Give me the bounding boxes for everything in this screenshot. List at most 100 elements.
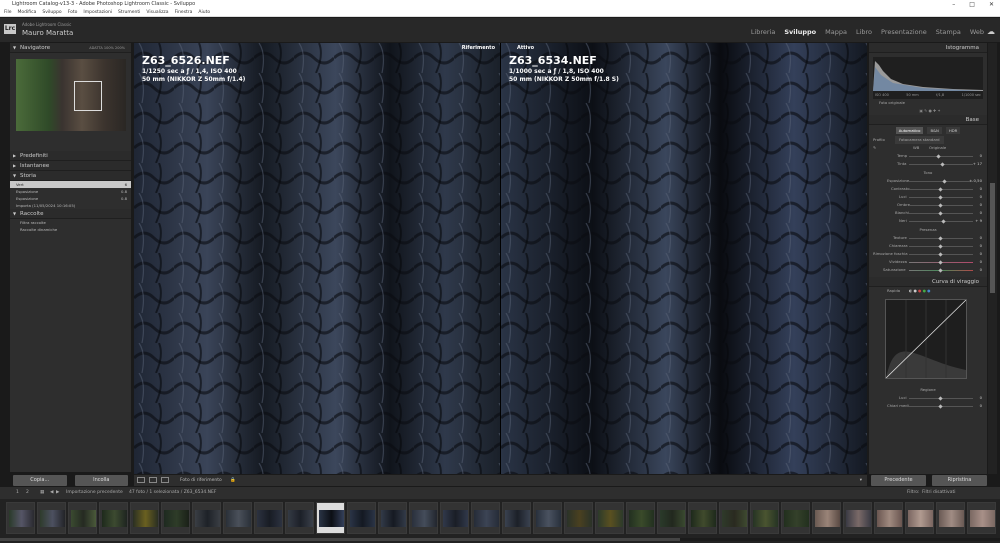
filmstrip-thumbnail[interactable] — [564, 502, 593, 534]
histogram[interactable]: ISO 400 50 mm f/1,8 1/1000 sec — [873, 57, 983, 99]
filter-select[interactable]: Filtri disattivati — [922, 487, 955, 499]
tab-hdr[interactable]: HDR — [945, 127, 961, 134]
filmstrip-thumbnail[interactable] — [502, 502, 531, 534]
raccolte-header[interactable]: ▼ Raccolte — [10, 209, 131, 219]
copy-settings-button[interactable]: Copia... — [13, 475, 67, 486]
tone-curve-graph[interactable] — [885, 299, 967, 379]
scroll-thumb[interactable] — [990, 183, 995, 293]
slider-tinta[interactable]: Tinta + 17 — [869, 160, 987, 168]
slider-vividezza[interactable]: Vividezza 0 — [869, 258, 987, 266]
filmstrip-thumbnail[interactable] — [533, 502, 562, 534]
filmstrip-thumbnail[interactable] — [750, 502, 779, 534]
filmstrip-thumbnail-selected[interactable] — [316, 502, 345, 534]
reference-photo[interactable]: Z63_6526.NEF 1/1250 sec a ƒ / 1,4, ISO 4… — [134, 43, 500, 474]
istantanee-header[interactable]: ▶ Istantanee — [10, 161, 131, 171]
filmstrip-thumbnail[interactable] — [192, 502, 221, 534]
close-button[interactable]: ✕ — [989, 0, 994, 9]
module-libro[interactable]: Libro — [856, 28, 872, 36]
slider-temp[interactable]: Temp 0 — [869, 152, 987, 160]
wb-select[interactable]: Originale — [929, 144, 946, 152]
filmstrip-thumbnail[interactable] — [285, 502, 314, 534]
tab-bn[interactable]: B&N — [927, 127, 942, 134]
filmstrip-thumbnail[interactable] — [223, 502, 252, 534]
filmstrip-thumbnail[interactable] — [6, 502, 35, 534]
profile-select[interactable]: Fotocamera standard — [895, 136, 944, 144]
history-item[interactable]: Importa (11/05/2024 10:16:05) — [10, 202, 131, 209]
history-item[interactable]: Vert 6 — [10, 181, 131, 188]
navigator-preview[interactable] — [16, 59, 126, 131]
filmstrip-thumbnail[interactable] — [378, 502, 407, 534]
slider-foschia[interactable]: Rimozione foschia 0 — [869, 250, 987, 258]
right-panel-scrollbar[interactable] — [988, 43, 997, 474]
eyedropper-icon[interactable]: ✎ — [873, 145, 876, 150]
slider-saturazione[interactable]: Saturazione 0 — [869, 266, 987, 274]
filmstrip-thumbnail[interactable] — [37, 502, 66, 534]
menu-impostazioni[interactable]: Impostazioni — [83, 9, 112, 16]
menu-foto[interactable]: Foto — [68, 9, 78, 16]
original-photo-checkbox[interactable]: Foto originale — [869, 99, 987, 107]
slider-bianchi[interactable]: Bianchi 0 — [869, 209, 987, 217]
menu-visualizza[interactable]: Visualizza — [146, 9, 168, 16]
history-item[interactable]: Esposizione 0.8 — [10, 195, 131, 202]
navigator-header[interactable]: ▼ Navigatore ADATTA 100% 200% — [10, 43, 131, 53]
module-mappa[interactable]: Mappa — [825, 28, 847, 36]
before-after-icon[interactable] — [161, 477, 169, 483]
slider-chiarezza[interactable]: Chiarezza 0 — [869, 242, 987, 250]
filmstrip-thumbnail[interactable] — [254, 502, 283, 534]
filmstrip-thumbnail[interactable] — [471, 502, 500, 534]
collection-filter[interactable]: Filtra raccolte — [10, 219, 131, 226]
slider-neri[interactable]: Neri + 9 — [869, 217, 987, 225]
module-stampa[interactable]: Stampa — [936, 28, 961, 36]
storia-header[interactable]: ▼ Storia — [10, 171, 131, 181]
filmstrip-thumbnail[interactable] — [440, 502, 469, 534]
menu-modifica[interactable]: Modifica — [18, 9, 37, 16]
slider-curve-chiari[interactable]: Chiari medi 0 — [869, 402, 987, 410]
history-item[interactable]: Esposizione 0.8 — [10, 188, 131, 195]
active-photo[interactable]: Z63_6534.NEF 1/1000 sec a ƒ / 1,8, ISO 4… — [501, 43, 867, 474]
menu-sviluppo[interactable]: Sviluppo — [42, 9, 61, 16]
predefiniti-header[interactable]: ▶ Predefiniti — [10, 151, 131, 161]
compare-view-icon[interactable] — [149, 477, 157, 483]
slider-luci[interactable]: Luci 0 — [869, 193, 987, 201]
istogramma-header[interactable]: Istogramma — [869, 43, 987, 53]
filmstrip-thumbnail[interactable] — [688, 502, 717, 534]
grid-icon[interactable]: ▦ — [40, 487, 44, 499]
filmstrip-thumbnail[interactable] — [99, 502, 128, 534]
previous-button[interactable]: Precedente — [871, 475, 926, 486]
navigator-zoom-frame[interactable] — [74, 81, 102, 111]
filmstrip-thumbnail[interactable] — [843, 502, 872, 534]
filmstrip-thumbnail[interactable] — [161, 502, 190, 534]
source-label[interactable]: Importazione precedente — [66, 487, 123, 499]
menu-strumenti[interactable]: Strumenti — [118, 9, 140, 16]
filmstrip-thumbnail[interactable] — [781, 502, 810, 534]
slider-texture[interactable]: Texture 0 — [869, 234, 987, 242]
lock-icon[interactable]: 🔒 — [230, 475, 236, 486]
slider-esposizione[interactable]: Esposizione + 0,50 — [869, 177, 987, 185]
filmstrip-thumbnail[interactable] — [347, 502, 376, 534]
filmstrip-thumbnail[interactable] — [719, 502, 748, 534]
filmstrip-thumbnail[interactable] — [626, 502, 655, 534]
menu-aiuto[interactable]: Aiuto — [198, 9, 210, 16]
tab-automatico[interactable]: Automatico — [895, 127, 924, 134]
menu-finestra[interactable]: Finestra — [175, 9, 193, 16]
collection-smart[interactable]: Raccolte dinamiche — [10, 226, 131, 233]
filmstrip-thumbnail[interactable] — [595, 502, 624, 534]
filmstrip-thumbnail[interactable] — [905, 502, 934, 534]
page-2-button[interactable]: 2 — [26, 487, 29, 499]
forward-icon[interactable]: ▶ — [56, 487, 59, 499]
slider-ombre[interactable]: Ombre 0 — [869, 201, 987, 209]
toolbar-dropdown-icon[interactable]: ▾ — [860, 475, 862, 486]
reset-button[interactable]: Ripristina — [932, 475, 987, 486]
filmstrip-thumbnail[interactable] — [812, 502, 841, 534]
filmstrip-thumbnail[interactable] — [874, 502, 903, 534]
filmstrip-scrollbar[interactable] — [0, 538, 1000, 541]
filmstrip-thumbnail[interactable] — [68, 502, 97, 534]
slider-curve-luci[interactable]: Luci 0 — [869, 394, 987, 402]
filmstrip-scroll-thumb[interactable] — [0, 538, 680, 541]
module-sviluppo[interactable]: Sviluppo — [784, 28, 816, 36]
back-icon[interactable]: ◀ — [50, 487, 53, 499]
slider-contrasto[interactable]: Contrasto 0 — [869, 185, 987, 193]
page-1-button[interactable]: 1 — [16, 487, 19, 499]
filmstrip-thumbnail[interactable] — [409, 502, 438, 534]
menu-file[interactable]: File — [4, 9, 12, 16]
